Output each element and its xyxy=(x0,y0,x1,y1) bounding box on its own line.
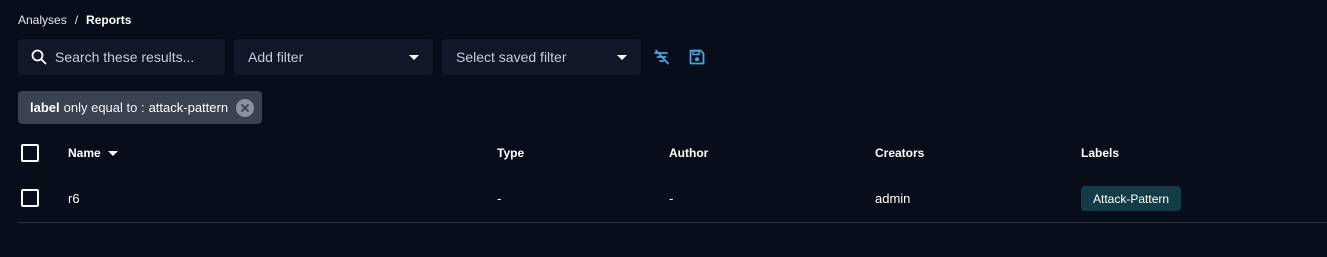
search-box[interactable] xyxy=(18,39,225,75)
saved-filter-label: Select saved filter xyxy=(456,49,567,65)
cell-creators: admin xyxy=(875,191,911,206)
column-header-author[interactable]: Author xyxy=(669,146,708,160)
save-icon[interactable] xyxy=(687,47,707,67)
filter-value: attack-pattern xyxy=(148,100,229,115)
filter-operator: only equal to : xyxy=(63,100,145,115)
column-header-type[interactable]: Type xyxy=(497,146,524,160)
cell-author: - xyxy=(669,191,674,206)
filter-key: label xyxy=(30,100,60,115)
add-filter-select[interactable]: Add filter xyxy=(234,39,433,75)
cell-name: r6 xyxy=(68,191,80,206)
filter-off-icon[interactable] xyxy=(652,47,672,67)
chevron-down-icon xyxy=(617,54,627,60)
sort-desc-icon xyxy=(107,150,118,156)
select-all-checkbox[interactable] xyxy=(21,144,39,162)
column-name-label: Name xyxy=(68,146,101,160)
row-checkbox[interactable] xyxy=(21,189,39,207)
breadcrumb-reports: Reports xyxy=(86,13,132,27)
add-filter-label: Add filter xyxy=(248,49,304,65)
search-icon xyxy=(31,49,47,65)
breadcrumb-analyses[interactable]: Analyses xyxy=(18,13,67,27)
chevron-down-icon xyxy=(409,54,419,60)
search-input[interactable] xyxy=(55,49,205,65)
column-header-creators[interactable]: Creators xyxy=(875,146,924,160)
saved-filter-select[interactable]: Select saved filter xyxy=(442,39,641,75)
breadcrumb: Analyses / Reports xyxy=(18,13,131,27)
active-filter-chip: label only equal to : attack-pattern xyxy=(18,91,263,124)
remove-filter-icon[interactable] xyxy=(236,98,255,117)
reports-page: Analyses / Reports Add filter Select sav… xyxy=(0,0,1327,257)
breadcrumb-separator: / xyxy=(74,13,79,27)
column-header-name[interactable]: Name xyxy=(68,146,118,160)
cell-type: - xyxy=(497,191,502,206)
label-badge[interactable]: Attack-Pattern xyxy=(1081,186,1182,211)
column-header-labels[interactable]: Labels xyxy=(1081,146,1119,160)
row-divider xyxy=(18,222,1327,223)
